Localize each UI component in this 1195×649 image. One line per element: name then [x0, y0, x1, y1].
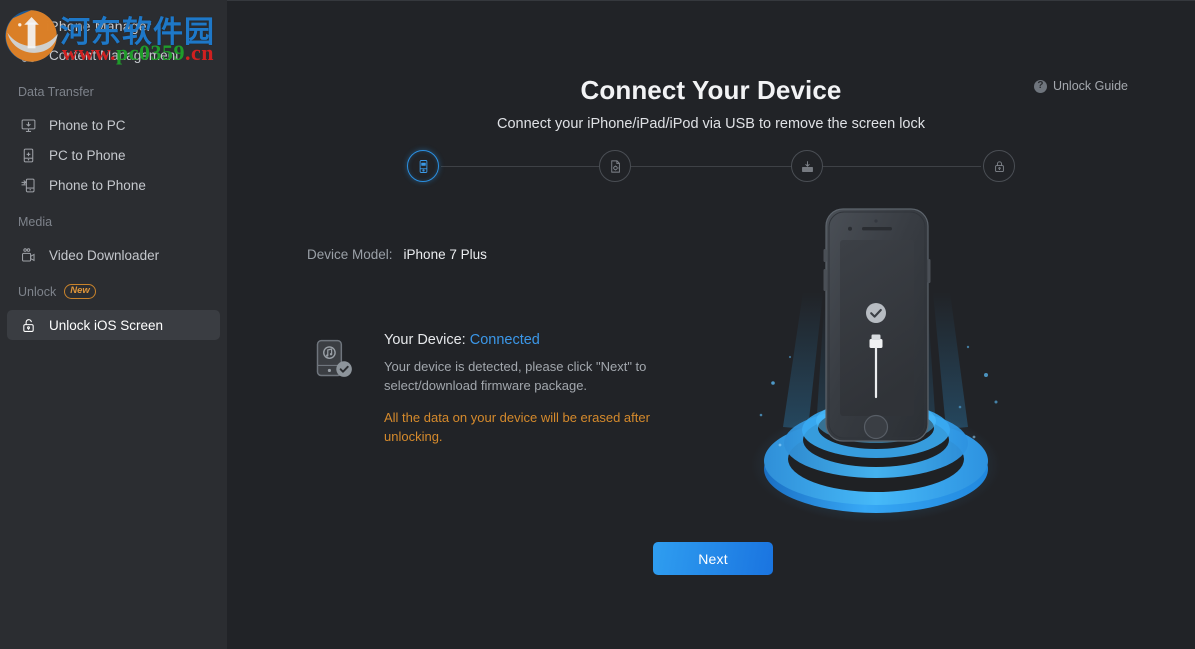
connection-status-block: Your Device: Connected Your device is de… — [312, 332, 712, 446]
sidebar-item-label: Unlock iOS Screen — [49, 317, 164, 333]
phone-to-pc-icon — [18, 115, 38, 135]
connection-label: Your Device: — [384, 332, 466, 348]
sidebar-section-unlock: Unlock New — [0, 281, 227, 303]
sidebar-item-unlock-ios-screen[interactable]: Unlock iOS Screen — [7, 310, 220, 340]
connection-status: Connected — [469, 332, 540, 348]
section-label: Unlock — [18, 285, 57, 299]
sidebar-item-label: Video Downloader — [49, 247, 160, 263]
step-select-firmware[interactable] — [599, 150, 631, 182]
sidebar-item-phone-to-pc[interactable]: Phone to PC — [7, 110, 220, 140]
stepper — [407, 150, 1015, 184]
step-unlock[interactable] — [983, 150, 1015, 182]
connection-headline: Your Device: Connected — [384, 332, 712, 348]
sidebar-item-label: Phone to Phone — [49, 177, 146, 193]
sidebar-section-data-transfer: Data Transfer — [0, 81, 227, 103]
unlock-padlock-icon — [18, 315, 38, 335]
new-badge: New — [64, 283, 96, 299]
connection-text: Your Device: Connected Your device is de… — [384, 332, 712, 446]
sidebar-item-content-management[interactable]: Content Management — [7, 40, 220, 70]
phone-to-phone-icon — [18, 175, 38, 195]
padlock-icon — [994, 160, 1004, 172]
app-title: iPhone Manager — [46, 18, 152, 34]
main-content: ? Unlock Guide Connect Your Device Conne… — [227, 0, 1195, 649]
pc-to-phone-icon — [18, 145, 38, 165]
next-button[interactable]: Next — [653, 542, 773, 575]
video-downloader-icon — [18, 245, 38, 265]
connected-iphone-illustration — [751, 208, 1001, 523]
device-connected-icon — [316, 339, 352, 377]
sidebar-item-phone-to-phone[interactable]: Phone to Phone — [7, 170, 220, 200]
step-connect-device[interactable] — [407, 150, 439, 182]
connection-warning: All the data on your device will be eras… — [384, 410, 650, 444]
dfu-phone-icon — [419, 159, 427, 173]
section-label: Data Transfer — [18, 85, 94, 99]
grid-icon — [18, 45, 38, 65]
sidebar-item-video-downloader[interactable]: Video Downloader — [7, 240, 220, 270]
application-window: iPhone Manager Content Management Data T… — [0, 0, 1195, 649]
device-model-row: Device Model: iPhone 7 Plus — [307, 247, 487, 262]
sidebar-item-label: Phone to PC — [49, 117, 126, 133]
stepper-track — [441, 166, 981, 167]
step-download-firmware[interactable] — [791, 150, 823, 182]
sidebar: iPhone Manager Content Management Data T… — [0, 0, 227, 649]
connection-description: Your device is detected, please click "N… — [384, 359, 647, 393]
sidebar-item-label: Content Management — [49, 47, 179, 63]
download-tray-icon — [801, 160, 813, 172]
page-subtitle: Connect your iPhone/iPad/iPod via USB to… — [497, 116, 925, 132]
device-model-value: iPhone 7 Plus — [403, 247, 487, 262]
sidebar-item-label: PC to Phone — [49, 147, 126, 163]
page-title: Connect Your Device — [580, 75, 842, 105]
sidebar-item-pc-to-phone[interactable]: PC to Phone — [7, 140, 220, 170]
sidebar-section-media: Media — [0, 211, 227, 233]
section-label: Media — [18, 215, 53, 229]
device-model-label: Device Model: — [307, 247, 393, 262]
firmware-file-icon — [610, 159, 620, 173]
